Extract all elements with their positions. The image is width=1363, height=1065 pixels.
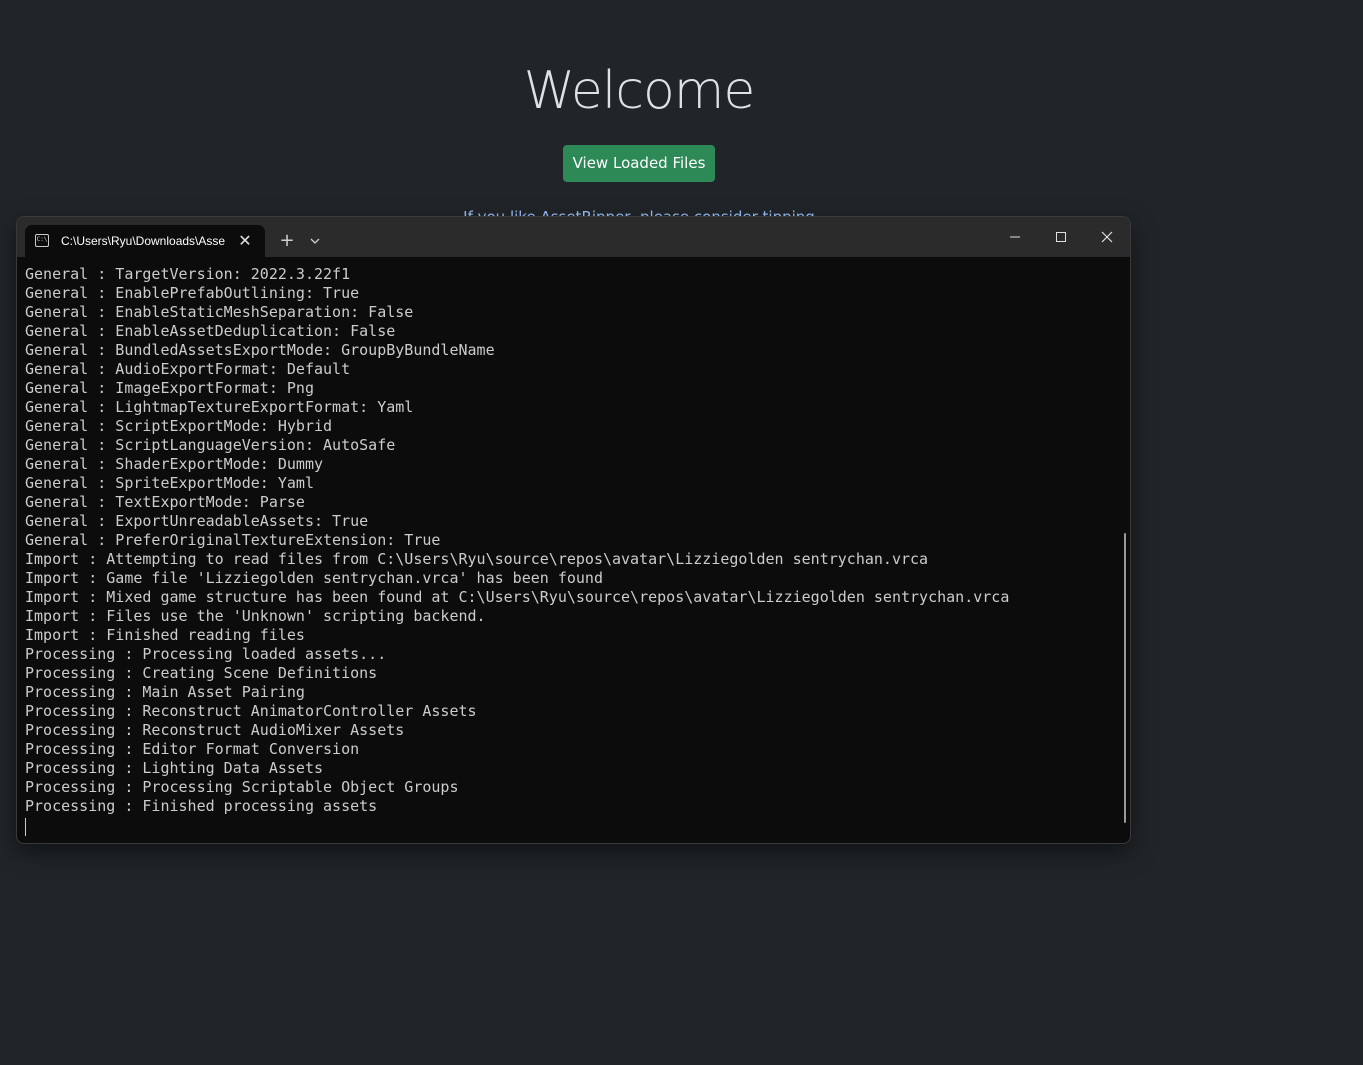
console-line: Processing : Main Asset Pairing [25,683,305,701]
console-output[interactable]: General : TargetVersion: 2022.3.22f1 Gene… [25,265,1120,843]
console-line: General : ScriptLanguageVersion: AutoSaf… [25,436,396,454]
console-line: Processing : Lighting Data Assets [25,759,324,777]
console-line: General : BundledAssetsExportMode: Group… [25,341,495,359]
terminal-window: C:\ C:\Users\Ryu\Downloads\Assetl ✕ + Ge… [16,216,1131,844]
console-line: General : LightmapTextureExportFormat: Y… [25,398,414,416]
console-line: General : PreferOriginalTextureExtension… [25,531,441,549]
page-title: Welcome [523,61,756,121]
console-line: Processing : Editor Format Conversion [25,740,360,758]
console-line: Processing : Creating Scene Definitions [25,664,378,682]
tab-close-icon[interactable]: ✕ [235,231,255,251]
console-line: Import : Files use the 'Unknown' scripti… [25,607,486,625]
close-icon[interactable] [1095,227,1119,247]
console-line: General : ExportUnreadableAssets: True [25,512,369,530]
text-cursor [25,818,26,836]
chevron-down-icon[interactable] [305,231,325,251]
tab-title: C:\Users\Ryu\Downloads\Assetl [61,234,225,248]
new-tab-button[interactable]: + [275,229,299,253]
console-line: General : EnablePrefabOutlining: True [25,284,360,302]
console-line: General : EnableStaticMeshSeparation: Fa… [25,303,414,321]
console-line: General : TextExportMode: Parse [25,493,305,511]
terminal-tab[interactable]: C:\ C:\Users\Ryu\Downloads\Assetl ✕ [25,225,265,257]
terminal-titlebar[interactable]: C:\ C:\Users\Ryu\Downloads\Assetl ✕ + [17,217,1130,257]
app-page: Welcome View Loaded Files If you like As… [0,0,1363,1065]
console-line: General : EnableAssetDeduplication: Fals… [25,322,396,340]
console-line: Import : Finished reading files [25,626,305,644]
console-line: Processing : Processing loaded assets... [25,645,387,663]
console-line: General : AudioExportFormat: Default [25,360,351,378]
console-line: Import : Attempting to read files from C… [25,550,929,568]
console-line: Import : Mixed game structure has been f… [25,588,1010,606]
console-line: General : ImageExportFormat: Png [25,379,314,397]
scrollbar[interactable] [1124,533,1126,823]
view-loaded-files-button[interactable]: View Loaded Files [563,145,715,182]
console-line: Processing : Reconstruct AudioMixer Asse… [25,721,405,739]
console-line: General : ShaderExportMode: Dummy [25,455,324,473]
console-icon: C:\ [35,234,49,247]
console-line: General : ScriptExportMode: Hybrid [25,417,333,435]
console-line: General : TargetVersion: 2022.3.22f1 [25,265,351,283]
maximize-icon[interactable] [1049,227,1073,247]
console-line: Processing : Finished processing assets [25,797,378,815]
minimize-icon[interactable] [1003,227,1027,247]
console-line: Import : Game file 'Lizziegolden sentryc… [25,569,603,587]
console-line: Processing : Reconstruct AnimatorControl… [25,702,477,720]
console-line: General : SpriteExportMode: Yaml [25,474,314,492]
console-line: Processing : Processing Scriptable Objec… [25,778,459,796]
